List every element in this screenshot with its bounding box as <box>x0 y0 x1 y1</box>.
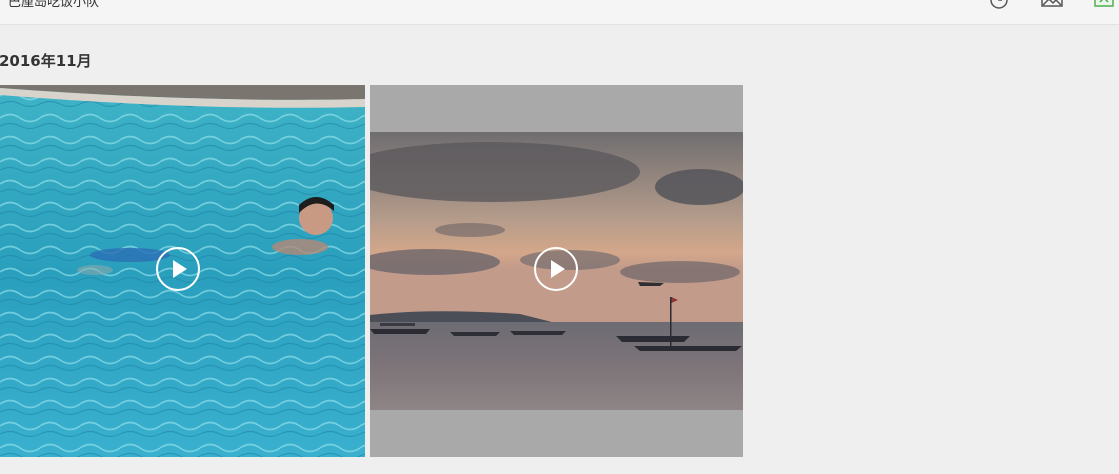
play-button[interactable] <box>156 247 200 291</box>
chat-header: 巴厘岛吃饭小队 <box>0 0 1119 25</box>
chat-title: 巴厘岛吃饭小队 <box>8 0 100 10</box>
play-icon <box>173 260 187 278</box>
video-thumbnail-pool[interactable] <box>0 85 365 457</box>
play-button[interactable] <box>534 247 578 291</box>
play-icon <box>551 260 565 278</box>
history-icon[interactable] <box>989 0 1011 10</box>
month-heading: 2016年11月 <box>0 52 92 70</box>
video-icon[interactable] <box>1093 0 1115 10</box>
video-thumbnail-sunset[interactable] <box>370 85 743 457</box>
gallery-icon[interactable] <box>1041 0 1063 10</box>
